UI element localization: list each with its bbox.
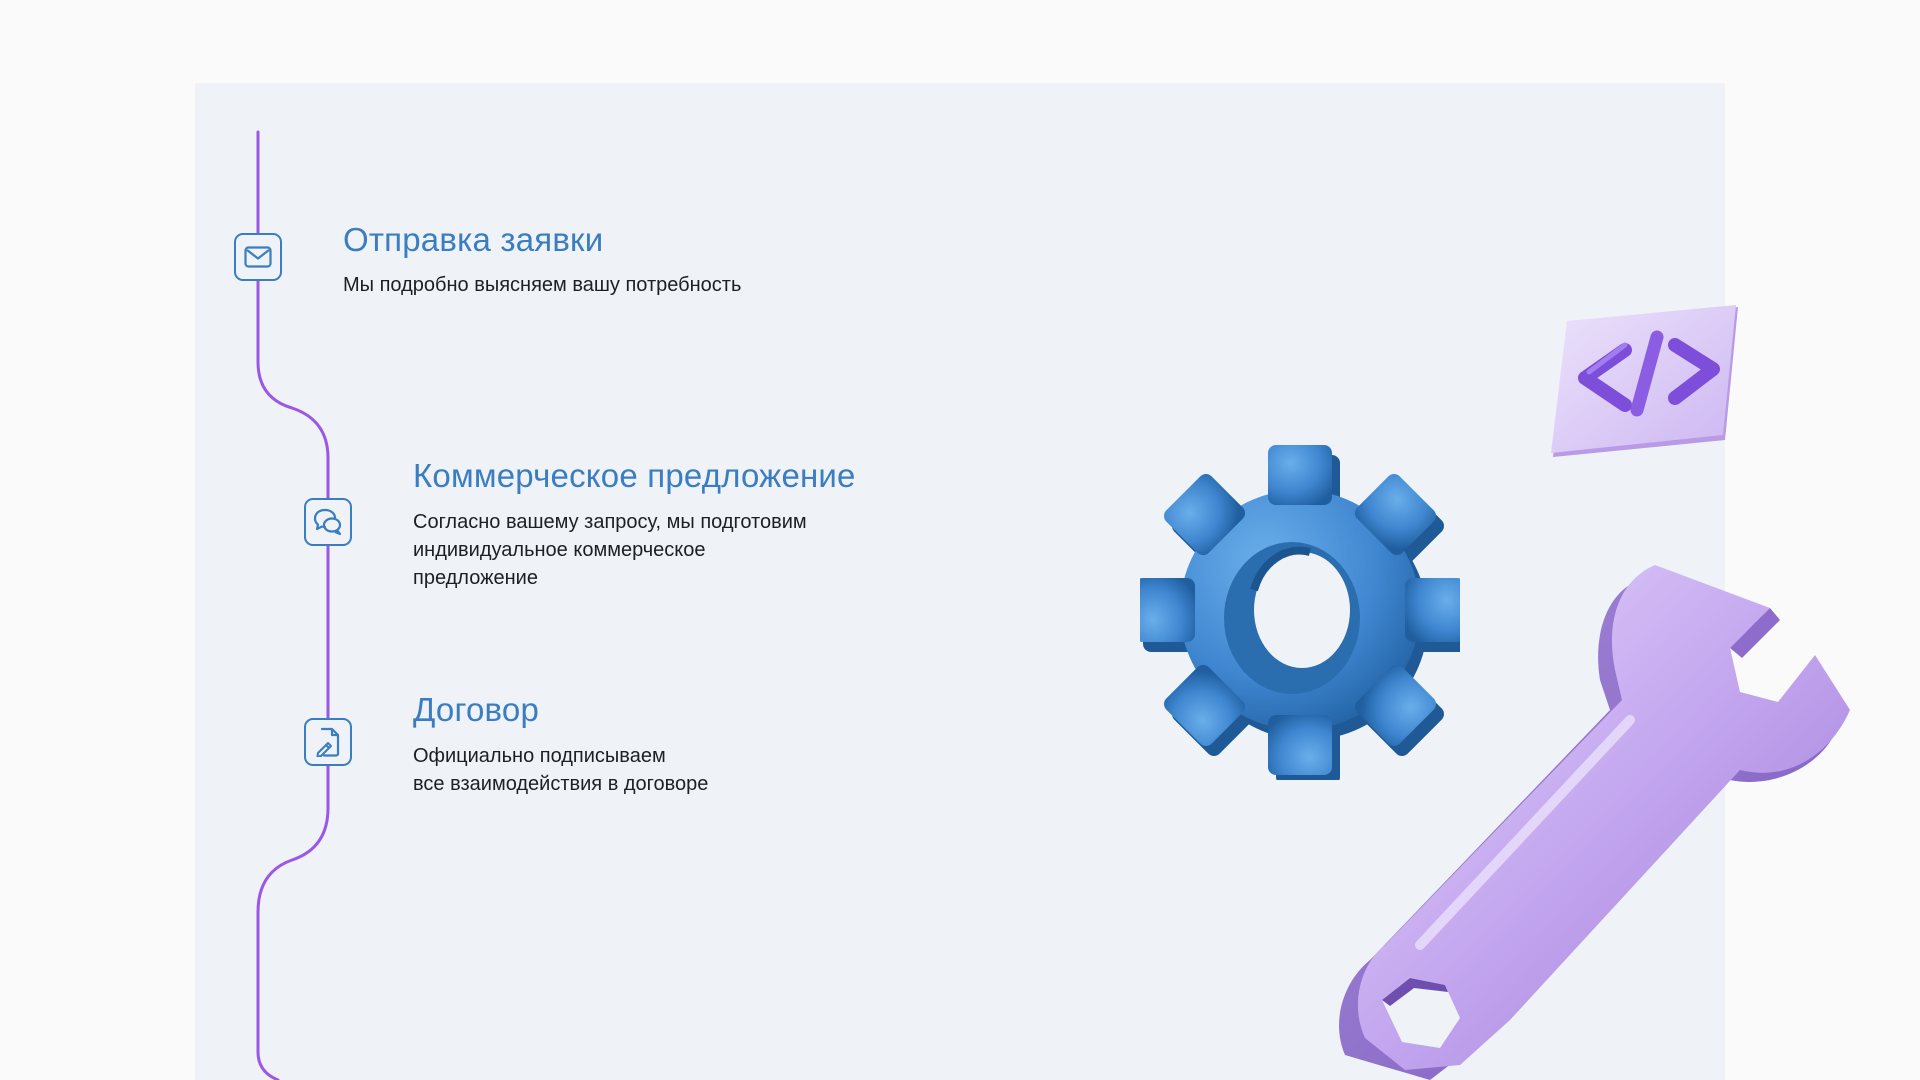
- step-2-description: Согласно вашему запросу, мы подготовим и…: [413, 511, 807, 589]
- code-icon: [1551, 305, 1738, 457]
- step-3-description: Официально подписываем все взаимодействи…: [413, 745, 709, 795]
- step-3-icon-box: [304, 718, 352, 766]
- wrench-icon: [1339, 565, 1850, 1080]
- page: Отправка заявки Мы подробно выясняем ваш…: [0, 0, 1920, 1080]
- step-3-title: Договор: [413, 691, 540, 728]
- step-2-title: Коммерческое предложение: [413, 457, 856, 494]
- document-sign-icon: [316, 727, 340, 757]
- step-2-icon-box: [304, 498, 352, 546]
- step-1-description: Мы подробно выясняем вашу потребность: [343, 274, 742, 296]
- step-1-title: Отправка заявки: [343, 221, 604, 258]
- mail-icon: [244, 246, 272, 268]
- step-1-icon-box: [234, 233, 282, 281]
- chat-bubbles-icon: [313, 508, 342, 536]
